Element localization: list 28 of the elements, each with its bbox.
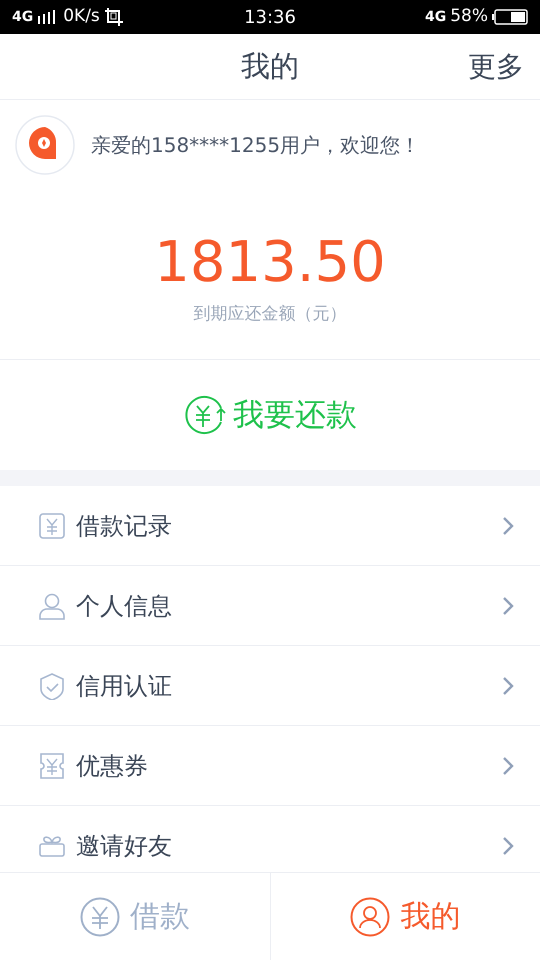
screenshot-icon [104,7,124,27]
chevron-right-icon [502,596,514,616]
chevron-right-icon [502,676,514,696]
battery-icon [492,9,528,25]
coupon-icon [38,752,66,780]
chevron-right-icon [502,836,514,856]
battery-percent: 58% [450,5,488,28]
person-circle-icon [350,896,390,936]
amount-value: 1813.50 [154,229,386,297]
page-title: 我的 [241,48,299,85]
welcome-text: 亲爱的158****1255用户，欢迎您！ [91,132,420,159]
menu-item[interactable]: 借款记录 [0,486,540,566]
more-button[interactable]: 更多 [468,46,524,88]
yuan-document-icon [38,512,66,540]
menu-item[interactable]: 优惠券 [0,726,540,806]
menu-item[interactable]: 个人信息 [0,566,540,646]
shield-check-icon [38,672,66,700]
network-label: 4G [424,8,446,26]
chevron-right-icon [502,756,514,776]
network-label: 4G [12,8,34,26]
network-speed: 0K/s [63,5,100,28]
yuan-circle-icon [80,896,120,936]
person-icon [38,592,66,620]
chevron-right-icon [502,516,514,536]
menu-item[interactable]: 信用认证 [0,646,540,726]
amount-caption: 到期应还金额（元） [194,303,346,326]
clock: 13:36 [243,6,297,30]
avatar-logo-icon [15,115,75,175]
